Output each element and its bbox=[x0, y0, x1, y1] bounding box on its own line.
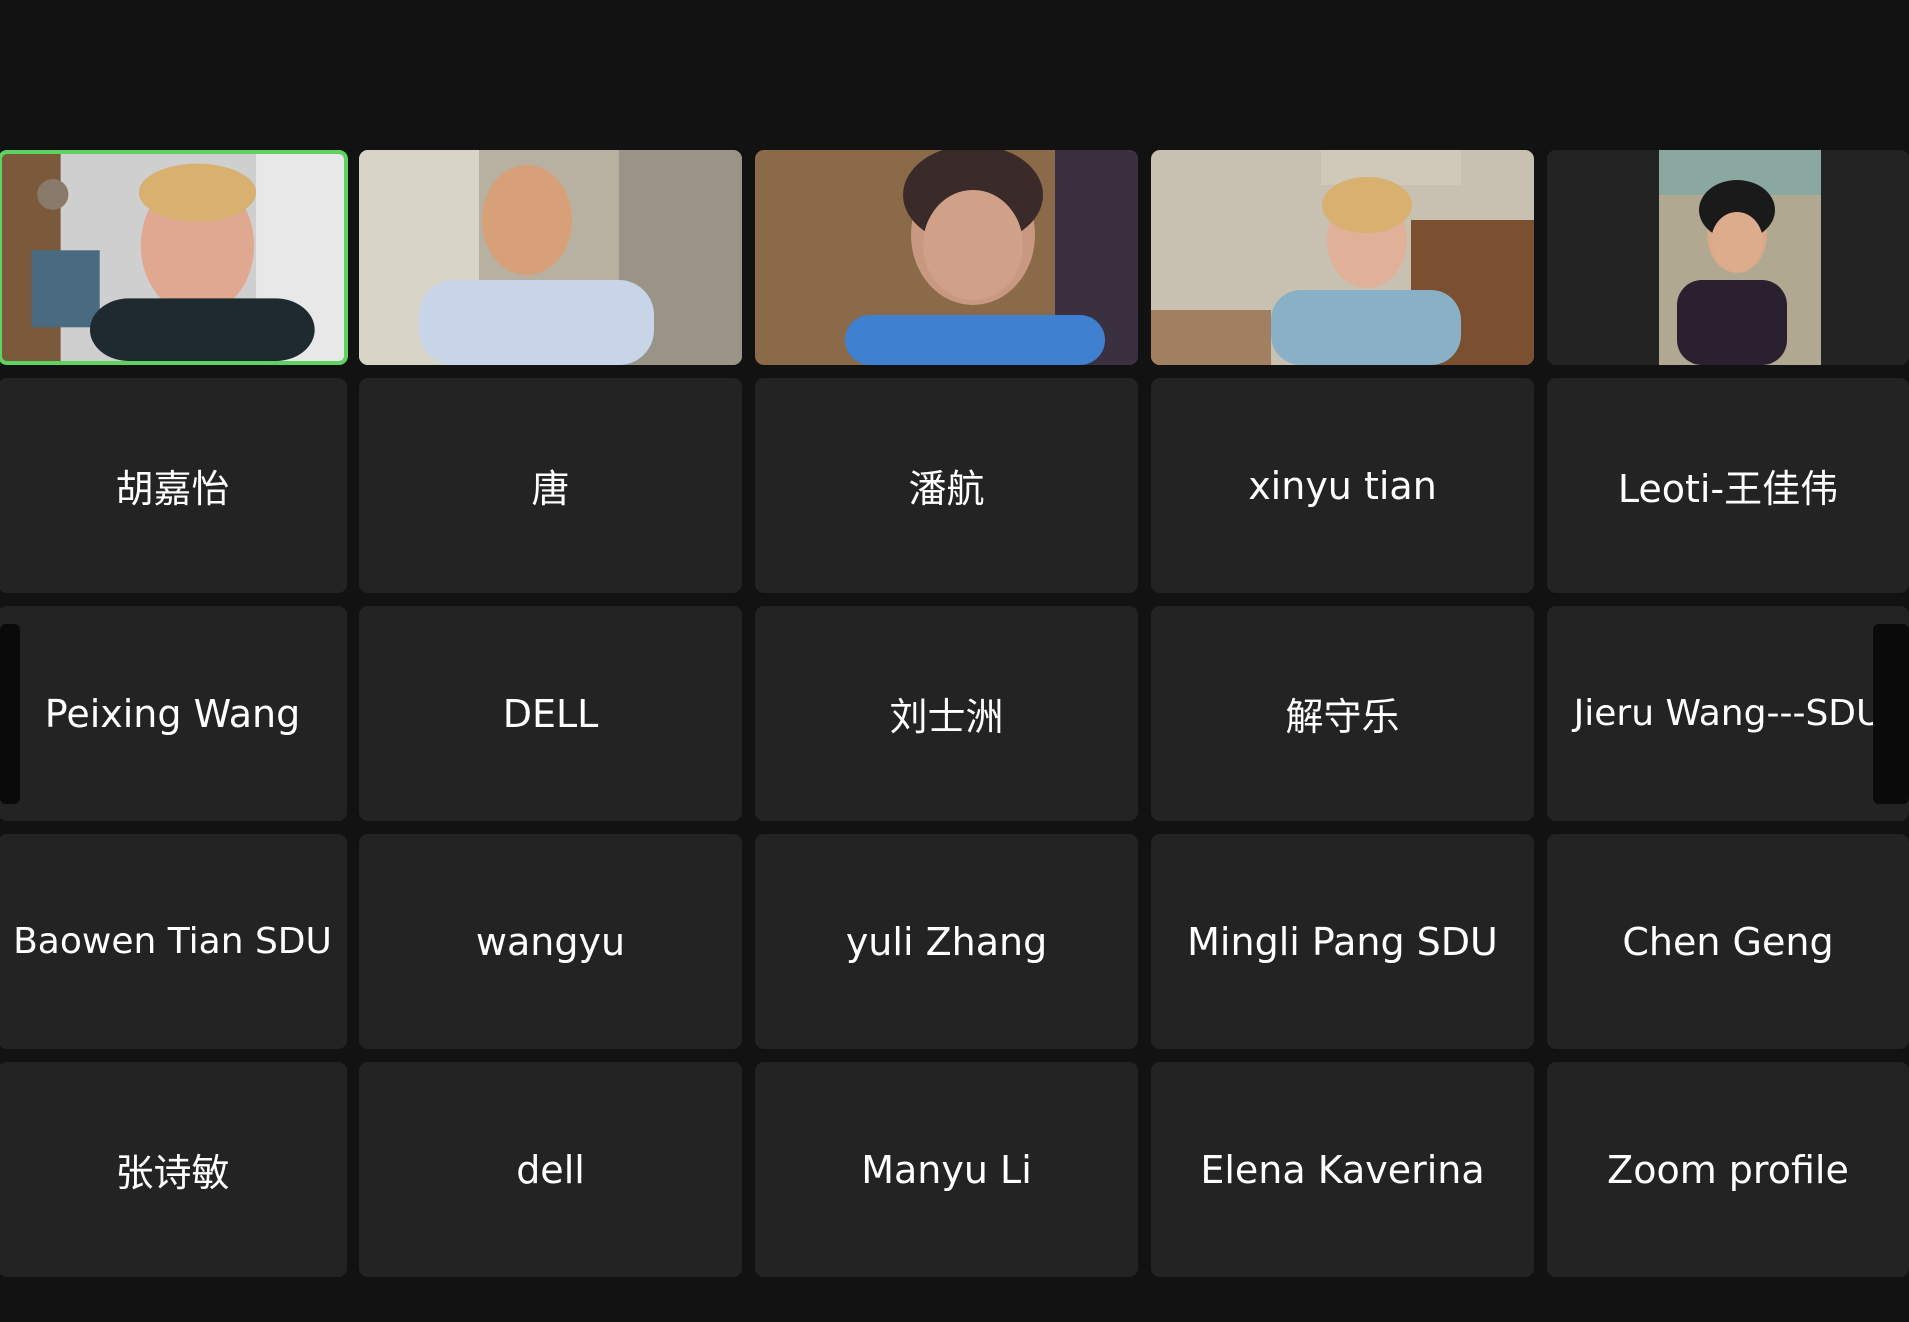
participant-video-tile[interactable] bbox=[359, 150, 742, 365]
participant-tile[interactable]: wangyu bbox=[359, 834, 742, 1049]
participant-name: 张诗敏 bbox=[115, 1151, 230, 1195]
participant-tile[interactable]: 唐 bbox=[359, 378, 742, 593]
participant-tile[interactable]: 张诗敏 bbox=[0, 1062, 347, 1277]
participant-name: 胡嘉怡 bbox=[115, 467, 230, 511]
participant-name: yuli Zhang bbox=[845, 919, 1048, 964]
participant-name: dell bbox=[516, 1147, 585, 1192]
participant-tile[interactable]: Peixing Wang bbox=[0, 606, 347, 821]
participant-name: Jieru Wang---SDU bbox=[1573, 693, 1883, 734]
participant-tile[interactable]: dell bbox=[359, 1062, 742, 1277]
participant-tile[interactable]: yuli Zhang bbox=[755, 834, 1138, 1049]
participant-tile[interactable]: 潘航 bbox=[755, 378, 1138, 593]
participant-tile[interactable]: Zoom profile bbox=[1547, 1062, 1909, 1277]
participant-name: 潘航 bbox=[908, 467, 985, 511]
participant-tile[interactable]: Leoti-王佳伟 bbox=[1547, 378, 1909, 593]
participant-video-tile[interactable] bbox=[1547, 150, 1909, 365]
participant-name: Zoom profile bbox=[1607, 1147, 1849, 1192]
previous-page-button[interactable] bbox=[0, 624, 20, 804]
participant-name: Mingli Pang SDU bbox=[1187, 919, 1498, 964]
participant-name: wangyu bbox=[475, 919, 626, 964]
meeting-gallery-view: 胡嘉怡 唐 潘航 xinyu tian Leoti-王佳伟 Peixing Wa… bbox=[0, 0, 1909, 1322]
participant-video-tile[interactable] bbox=[1151, 150, 1534, 365]
participant-tile[interactable]: DELL bbox=[359, 606, 742, 821]
participant-tile[interactable]: xinyu tian bbox=[1151, 378, 1534, 593]
participant-video-image bbox=[755, 150, 1138, 365]
participant-tile[interactable]: Jieru Wang---SDU bbox=[1547, 606, 1909, 821]
next-page-button[interactable] bbox=[1873, 624, 1909, 804]
participant-name: Leoti-王佳伟 bbox=[1617, 467, 1839, 511]
participant-video-tile[interactable] bbox=[755, 150, 1138, 365]
participant-video-image bbox=[1151, 150, 1534, 365]
participant-tile[interactable]: 解守乐 bbox=[1151, 606, 1534, 821]
participant-tile[interactable]: Mingli Pang SDU bbox=[1151, 834, 1534, 1049]
participant-name: Elena Kaverina bbox=[1200, 1147, 1485, 1192]
participant-tile[interactable]: Baowen Tian SDU bbox=[0, 834, 347, 1049]
participant-name: Baowen Tian SDU bbox=[13, 921, 332, 962]
participant-video-image bbox=[359, 150, 742, 365]
participant-video-image bbox=[2, 154, 344, 361]
participant-name: 解守乐 bbox=[1285, 695, 1400, 739]
participant-video-image bbox=[1547, 150, 1909, 365]
participant-tile[interactable]: Chen Geng bbox=[1547, 834, 1909, 1049]
participant-name: Manyu Li bbox=[861, 1147, 1032, 1192]
participant-name: Peixing Wang bbox=[44, 691, 301, 736]
participant-tile[interactable]: Manyu Li bbox=[755, 1062, 1138, 1277]
participant-name: DELL bbox=[502, 691, 599, 736]
participant-video-tile[interactable] bbox=[0, 150, 348, 365]
participant-tile[interactable]: Elena Kaverina bbox=[1151, 1062, 1534, 1277]
participant-name: xinyu tian bbox=[1248, 463, 1437, 508]
participant-tile[interactable]: 胡嘉怡 bbox=[0, 378, 347, 593]
participant-name: Chen Geng bbox=[1622, 919, 1834, 964]
participant-tile[interactable]: 刘士洲 bbox=[755, 606, 1138, 821]
participant-name: 刘士洲 bbox=[889, 695, 1004, 739]
participant-name: 唐 bbox=[531, 467, 570, 511]
